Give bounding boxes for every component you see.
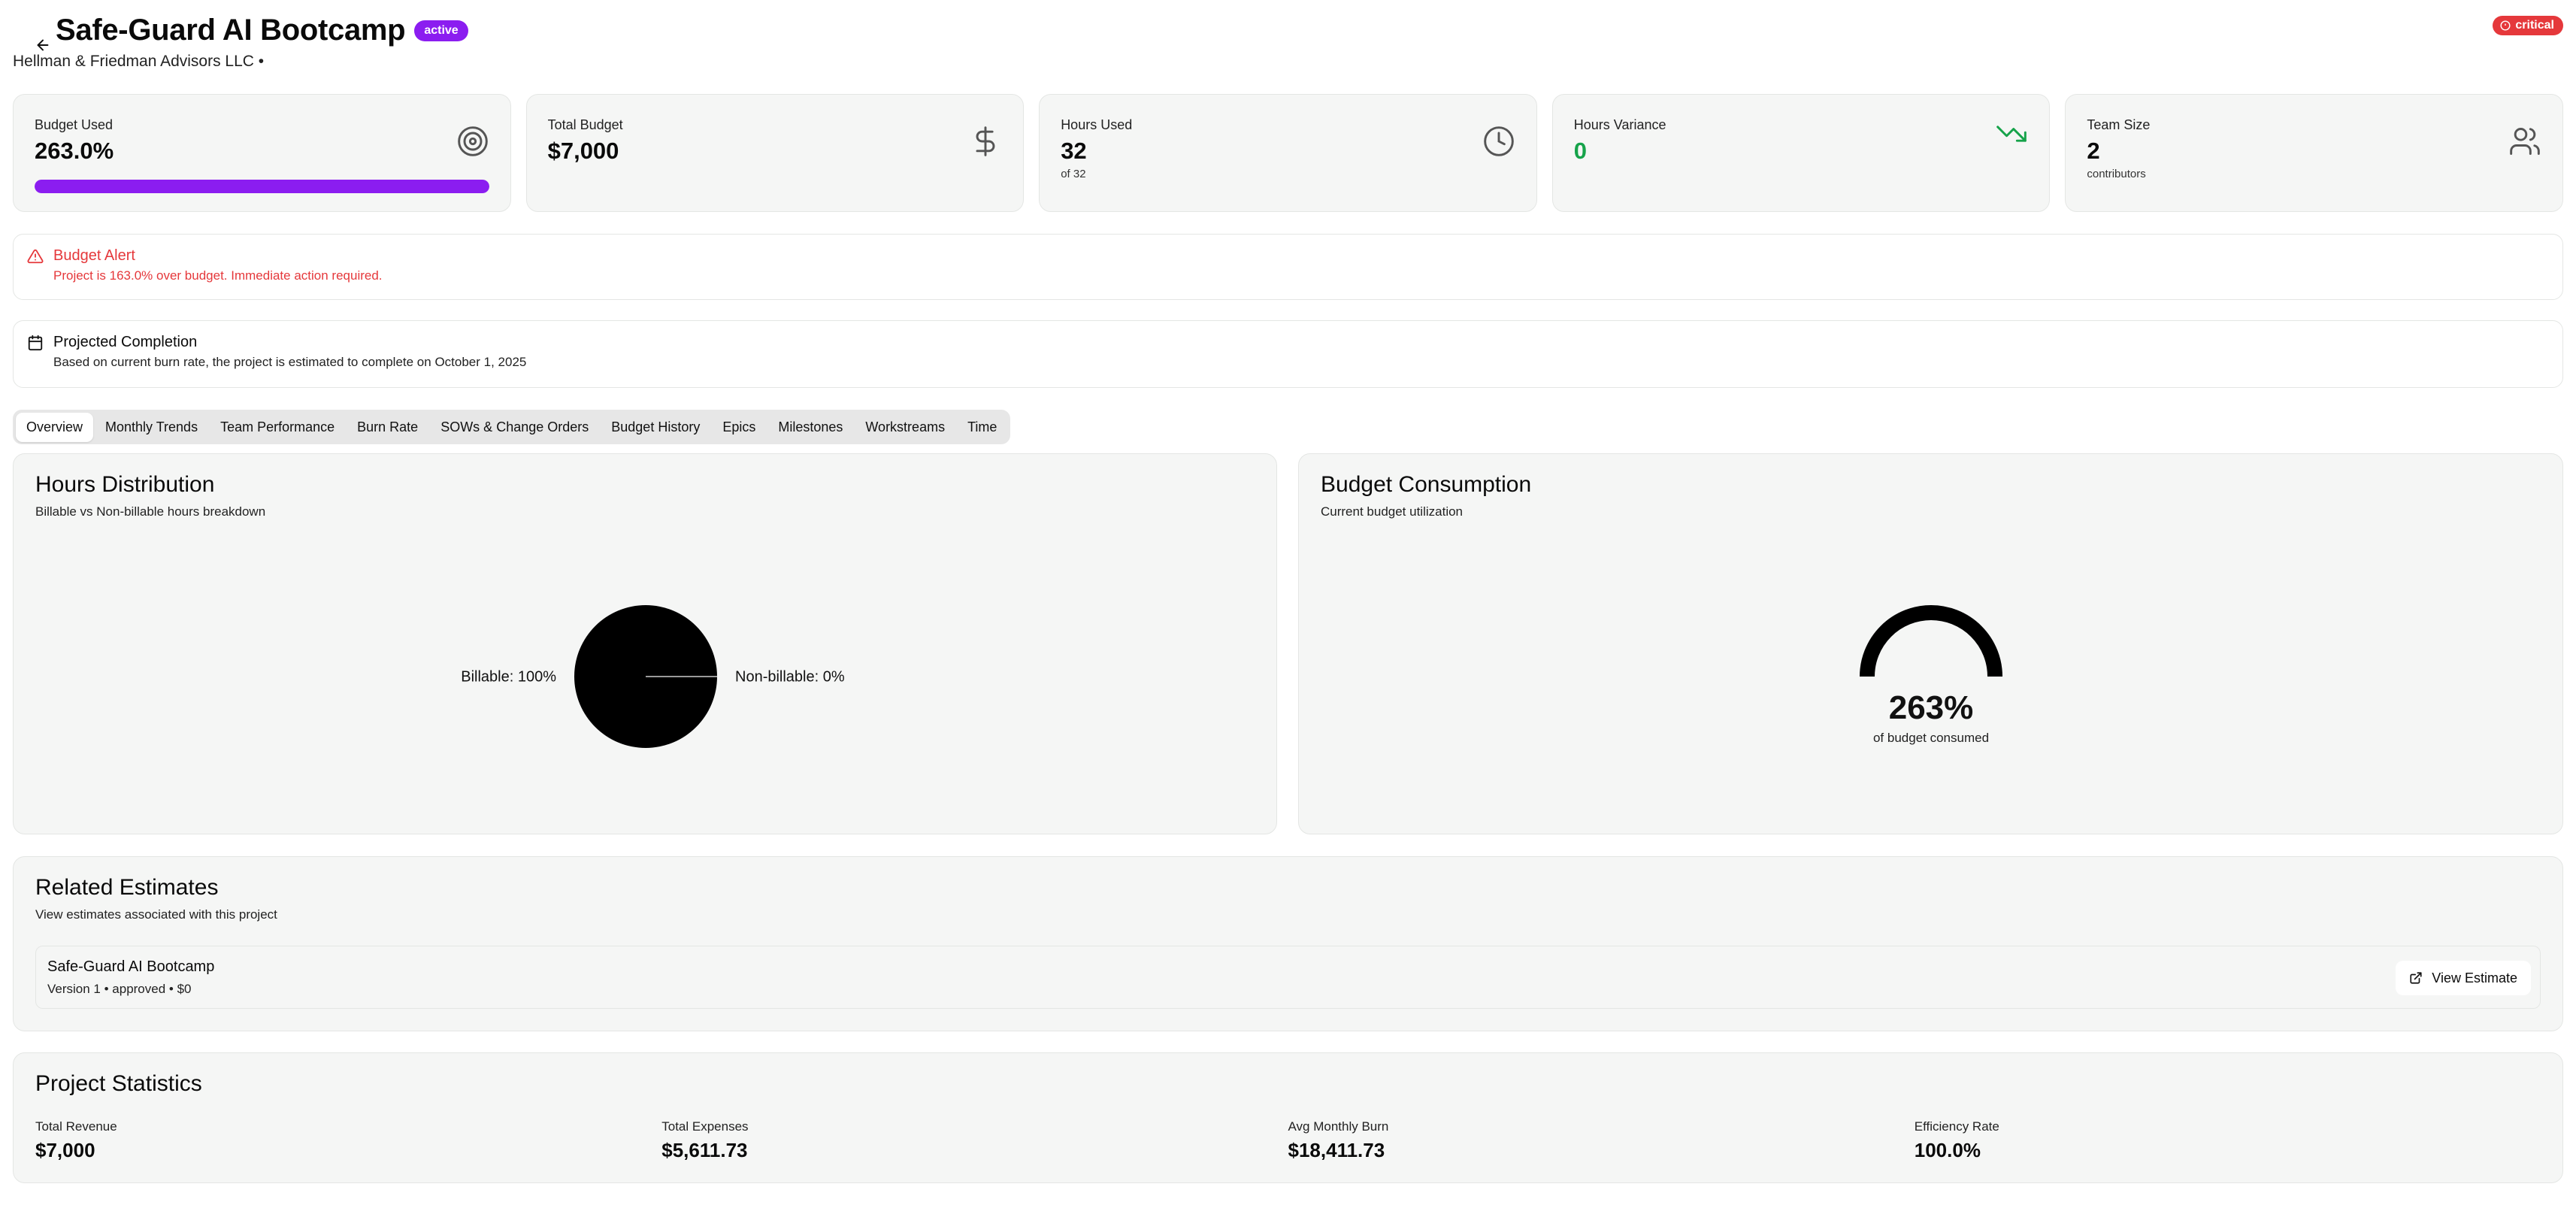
tab-team-performance[interactable]: Team Performance	[210, 413, 345, 442]
external-link-icon	[2410, 972, 2422, 984]
statistic-label: Avg Monthly Burn	[1288, 1119, 1389, 1134]
tab-workstreams[interactable]: Workstreams	[855, 413, 955, 442]
alert-text: Project is 163.0% over budget. Immediate…	[53, 268, 383, 283]
stat-label: Team Size	[2087, 117, 2151, 132]
pie-label-non-billable: Non-billable: 0%	[735, 668, 845, 685]
stat-sub: of 32	[1061, 168, 1086, 180]
view-estimate-label: View Estimate	[2432, 970, 2517, 985]
stat-label: Hours Variance	[1573, 117, 1666, 132]
budget-consumption-panel: Budget Consumption Current budget utiliz…	[1298, 453, 2563, 834]
alert-title: Budget Alert	[53, 247, 135, 264]
project-dashboard: Safe-Guard AI Bootcamp active Hellman & …	[0, 0, 2576, 1205]
hours-distribution-panel: Hours Distribution Billable vs Non-billa…	[13, 453, 1277, 834]
panel-title: Related Estimates	[35, 875, 219, 900]
title-row: Safe-Guard AI Bootcamp active	[56, 14, 468, 47]
budget-progress-bar	[35, 180, 489, 193]
statistic-label: Efficiency Rate	[1914, 1119, 1999, 1134]
dollar-sign-icon	[976, 126, 995, 156]
projection-text: Based on current burn rate, the project …	[53, 355, 527, 369]
clock-icon	[1483, 126, 1514, 156]
alert-circle-icon	[2500, 20, 2511, 31]
project-statistics-panel: Project Statistics Total Revenue $7,000 …	[13, 1052, 2563, 1183]
statistic-total-expenses: Total Expenses $5,611.73	[661, 1119, 1288, 1162]
budget-gauge-chart: 263% of budget consumed	[1860, 605, 2002, 745]
gauge-value: 263%	[1889, 689, 1974, 726]
statistic-value: 100.0%	[1914, 1139, 1981, 1161]
stat-value: 0	[1573, 138, 1588, 164]
stat-cards: Budget Used 263.0% Total Budget $7,000 H…	[13, 94, 2563, 212]
hours-used-card: Hours Used 32 of 32	[1039, 94, 1537, 212]
estimate-row: Safe-Guard AI Bootcamp Version 1 • appro…	[35, 946, 2541, 1009]
statistic-value: $7,000	[35, 1139, 95, 1161]
trending-down-icon	[1996, 126, 2027, 142]
client-name: Hellman & Friedman Advisors LLC •	[13, 53, 265, 70]
stat-label: Budget Used	[35, 117, 114, 132]
tab-time[interactable]: Time	[957, 413, 1007, 442]
statistic-avg-monthly-burn: Avg Monthly Burn $18,411.73	[1288, 1119, 1915, 1162]
projected-completion: Projected Completion Based on current bu…	[13, 320, 2563, 388]
tab-burn-rate[interactable]: Burn Rate	[347, 413, 428, 442]
tab-sows-change-orders[interactable]: SOWs & Change Orders	[430, 413, 599, 442]
budget-used-card: Budget Used 263.0%	[13, 94, 511, 212]
view-estimate-button[interactable]: View Estimate	[2396, 961, 2531, 995]
severity-label: critical	[2515, 19, 2554, 32]
tab-bar: Overview Monthly Trends Team Performance Bu…	[13, 410, 1011, 444]
statistic-value: $5,611.73	[661, 1139, 748, 1161]
stat-label: Total Budget	[547, 117, 623, 132]
stat-value: 263.0%	[35, 138, 114, 164]
statistic-label: Total Expenses	[661, 1119, 749, 1134]
tab-milestones[interactable]: Milestones	[767, 413, 853, 442]
gauge-arc	[1860, 605, 2002, 677]
arrow-left-icon	[37, 39, 49, 51]
pie-label-billable: Billable: 100%	[461, 668, 556, 685]
gauge-caption: of budget consumed	[1873, 731, 1989, 745]
statistic-label: Total Revenue	[35, 1119, 117, 1134]
hours-pie-chart: Billable: 100% Non-billable: 0%	[461, 605, 845, 748]
stat-sub: contributors	[2087, 168, 2146, 180]
page-header: Safe-Guard AI Bootcamp active Hellman & …	[13, 14, 2563, 74]
estimate-name: Safe-Guard AI Bootcamp	[47, 958, 215, 975]
page-title: Safe-Guard AI Bootcamp	[56, 14, 406, 47]
stat-value: 2	[2087, 138, 2100, 164]
budget-progress-fill	[35, 180, 489, 193]
alert-triangle-icon	[27, 249, 44, 264]
calendar-icon	[28, 335, 43, 351]
panel-description: View estimates associated with this proj…	[35, 907, 277, 922]
severity-badge: critical	[2493, 16, 2563, 35]
panel-title: Project Statistics	[35, 1071, 202, 1096]
tab-epics[interactable]: Epics	[712, 413, 766, 442]
status-badge: active	[414, 20, 468, 41]
tab-monthly-trends[interactable]: Monthly Trends	[95, 413, 208, 442]
stat-label: Hours Used	[1061, 117, 1133, 132]
hours-variance-card: Hours Variance 0	[1551, 94, 2051, 212]
stat-value: 32	[1061, 138, 1087, 164]
target-icon	[457, 126, 488, 156]
total-budget-card: Total Budget $7,000	[525, 94, 1025, 212]
tab-budget-history[interactable]: Budget History	[601, 413, 710, 442]
users-icon	[2510, 128, 2540, 155]
tab-overview[interactable]: Overview	[16, 412, 94, 442]
stat-value: $7,000	[547, 138, 619, 164]
statistic-efficiency-rate: Efficiency Rate 100.0%	[1915, 1119, 2541, 1162]
statistics-row: Total Revenue $7,000 Total Expenses $5,6…	[35, 1119, 2541, 1162]
related-estimates-panel: Related Estimates View estimates associa…	[13, 856, 2563, 1031]
estimate-meta: Version 1 • approved • $0	[47, 982, 192, 996]
team-size-card: Team Size 2 contributors	[2065, 94, 2563, 212]
statistic-total-revenue: Total Revenue $7,000	[35, 1119, 661, 1162]
projection-title: Projected Completion	[53, 334, 198, 350]
statistic-value: $18,411.73	[1288, 1139, 1385, 1161]
budget-alert: Budget Alert Project is 163.0% over budg…	[13, 234, 2563, 300]
